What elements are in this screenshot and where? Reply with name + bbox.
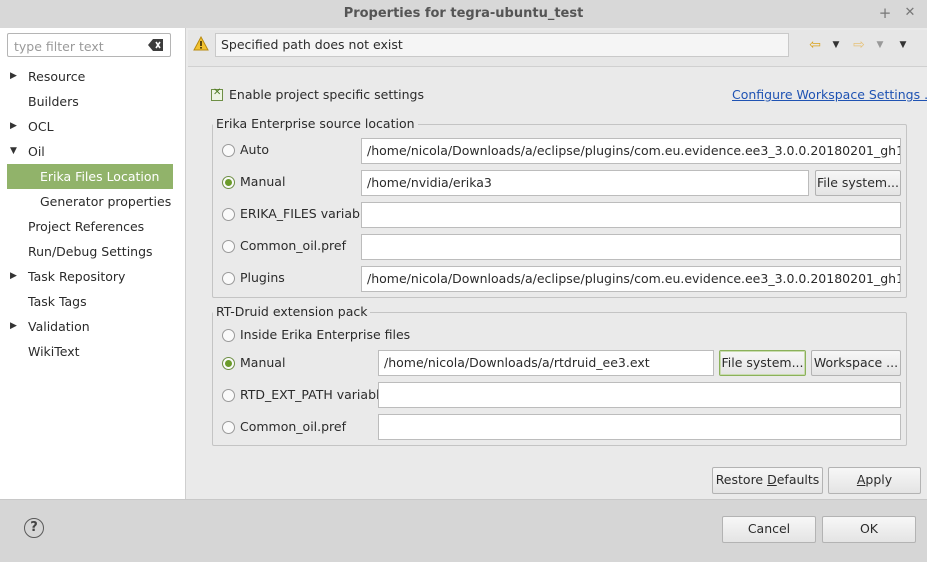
tree-item-generator-properties[interactable]: Generator properties [0, 189, 185, 214]
rtdruid-group-title: RT-Druid extension pack [213, 304, 371, 319]
erika-common-oil-pref-label: Common_oil.pref [240, 238, 347, 253]
rtdruid-common-oil-pref-label: Common_oil.pref [240, 419, 347, 434]
tree-item-label: Task Repository [28, 269, 126, 284]
back-arrow-icon[interactable]: ⇦ [806, 37, 824, 53]
filter-box[interactable] [7, 33, 171, 57]
tree-item-label: WikiText [28, 344, 80, 359]
apply-label-suffix: pply [865, 472, 893, 487]
rtd-ext-path-variable-field[interactable] [378, 382, 901, 408]
restore-label-suffix: efaults [776, 472, 820, 487]
rtdruid-manual-label: Manual [240, 355, 286, 370]
tree-item-oil[interactable]: ▼ Oil [0, 139, 185, 164]
maximize-button[interactable]: + [877, 5, 893, 21]
tree-item-label: Erika Files Location [40, 169, 160, 184]
rtdruid-common-oil-pref-field[interactable] [378, 414, 901, 440]
tree-item-task-repository[interactable]: ▶ Task Repository [0, 264, 185, 289]
forward-arrow-icon[interactable]: ⇨ [850, 37, 868, 53]
apply-button[interactable]: Apply [828, 467, 921, 494]
erika-manual-radio[interactable] [222, 176, 235, 189]
warning-icon [193, 35, 209, 54]
erika-files-variable-field[interactable] [361, 202, 901, 228]
expanded-arrow-icon[interactable]: ▼ [10, 139, 20, 164]
erika-common-oil-pref-field[interactable] [361, 234, 901, 260]
view-menu-chevron-icon[interactable]: ▼ [896, 37, 910, 53]
tree-item-label: Project References [28, 219, 145, 234]
rtdruid-inside-erika-radio[interactable] [222, 329, 235, 342]
ok-button[interactable]: OK [822, 516, 916, 543]
tree-item-wikitext[interactable]: WikiText [0, 339, 185, 364]
configure-workspace-settings-link[interactable]: Configure Workspace Settings ... [732, 87, 927, 102]
tree-item-label: Oil [28, 144, 45, 159]
tree-item-run-debug-settings[interactable]: Run/Debug Settings [0, 239, 185, 264]
help-icon[interactable]: ? [24, 518, 44, 538]
rtdruid-manual-radio[interactable] [222, 357, 235, 370]
cancel-button[interactable]: Cancel [722, 516, 816, 543]
tree-item-label: Run/Debug Settings [28, 244, 153, 259]
back-menu-chevron-icon[interactable]: ▼ [830, 37, 842, 53]
window-title: Properties for tegra-ubuntu_test [343, 6, 584, 21]
erika-manual-label: Manual [240, 174, 286, 189]
enable-project-settings-label: Enable project specific settings [229, 87, 424, 102]
rtd-ext-path-variable-label: RTD_EXT_PATH variable [240, 387, 388, 402]
rtdruid-file-system-button[interactable]: File system... [719, 350, 806, 376]
rtdruid-manual-path-field[interactable]: /home/nicola/Downloads/a/rtdruid_ee3.ext [378, 350, 714, 376]
erika-common-oil-pref-radio[interactable] [222, 240, 235, 253]
tree-item-erika-files-location[interactable]: Erika Files Location [7, 164, 173, 189]
tree-item-label: Builders [28, 94, 79, 109]
restore-label-mnemonic: D [767, 472, 777, 487]
error-message: Specified path does not exist [215, 33, 789, 57]
tree-item-task-tags[interactable]: Task Tags [0, 289, 185, 314]
tree-item-project-references[interactable]: Project References [0, 214, 185, 239]
erika-files-variable-radio[interactable] [222, 208, 235, 221]
collapsed-arrow-icon[interactable]: ▶ [10, 64, 20, 89]
tree-item-label: Resource [28, 69, 86, 84]
rtdruid-workspace-button[interactable]: Workspace ... [811, 350, 901, 376]
restore-label-prefix: Restore [715, 472, 768, 487]
forward-menu-chevron-icon[interactable]: ▼ [874, 37, 886, 53]
erika-files-variable-label: ERIKA_FILES variable [240, 206, 372, 221]
erika-source-group-title: Erika Enterprise source location [213, 116, 418, 131]
tree-item-validation[interactable]: ▶ Validation [0, 314, 185, 339]
rtdruid-common-oil-pref-radio[interactable] [222, 421, 235, 434]
collapsed-arrow-icon[interactable]: ▶ [10, 114, 20, 139]
rtd-ext-path-variable-radio[interactable] [222, 389, 235, 402]
clear-filter-icon[interactable] [148, 38, 164, 55]
erika-file-system-button[interactable]: File system... [815, 170, 901, 196]
tree-item-ocl[interactable]: ▶ OCL [0, 114, 185, 139]
restore-defaults-button[interactable]: Restore Defaults [712, 467, 823, 494]
filter-input[interactable] [12, 37, 146, 55]
collapsed-arrow-icon[interactable]: ▶ [10, 264, 20, 289]
rtdruid-inside-erika-label: Inside Erika Enterprise files [240, 327, 411, 342]
erika-auto-label: Auto [240, 142, 270, 157]
tree-item-label: OCL [28, 119, 54, 134]
erika-auto-path-field[interactable]: /home/nicola/Downloads/a/eclipse/plugins… [361, 138, 901, 164]
erika-plugins-radio[interactable] [222, 272, 235, 285]
tree-item-builders[interactable]: Builders [0, 89, 185, 114]
tree-item-resource[interactable]: ▶ Resource [0, 64, 185, 89]
erika-auto-radio[interactable] [222, 144, 235, 157]
enable-project-settings-checkbox[interactable] [211, 87, 223, 101]
close-button[interactable]: ✕ [902, 5, 918, 21]
tree-item-label: Task Tags [28, 294, 87, 309]
collapsed-arrow-icon[interactable]: ▶ [10, 314, 20, 339]
erika-manual-path-field[interactable]: /home/nvidia/erika3 [361, 170, 809, 196]
tree-item-label: Generator properties [40, 194, 172, 209]
erika-plugins-path-field[interactable]: /home/nicola/Downloads/a/eclipse/plugins… [361, 266, 901, 292]
tree-item-label: Validation [28, 319, 90, 334]
erika-plugins-label: Plugins [240, 270, 285, 285]
